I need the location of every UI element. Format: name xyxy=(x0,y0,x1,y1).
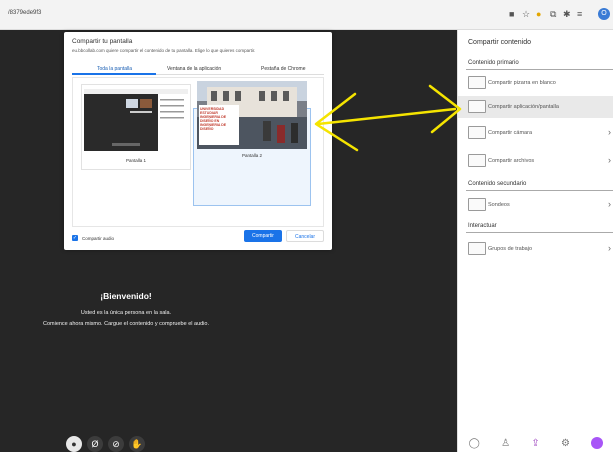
camera-icon[interactable]: ■ xyxy=(509,9,514,19)
section-divider xyxy=(466,232,613,233)
poll-icon xyxy=(468,198,486,211)
settings-icon[interactable]: ⚙ xyxy=(561,438,570,449)
share-button[interactable]: Compartir xyxy=(244,230,282,242)
share-screen-dialog: Compartir tu pantalla eu.bbcollab.com qu… xyxy=(64,32,332,250)
tab-application-window[interactable]: Ventana de la aplicación xyxy=(167,66,221,72)
section-divider xyxy=(466,69,613,70)
mic-off-icon[interactable]: Ø xyxy=(87,436,103,452)
polls-label: Sondeos xyxy=(488,202,510,208)
chevron-right-icon: › xyxy=(608,199,611,209)
screen-2-option[interactable]: UNIVERSIDAD ESTUDIAR INGENIERIA DE DISEÑ… xyxy=(193,81,311,206)
pin-icon[interactable]: ✱ xyxy=(563,9,571,19)
share-audio-checkbox[interactable]: ✓ xyxy=(72,235,78,241)
share-files-label: Compartir archivos xyxy=(488,158,535,164)
screen-thumbnails: Pantalla 1 UNIVERSIDAD ESTUDIAR INGENIER… xyxy=(72,77,324,227)
welcome-message-line1: Usted es la única persona en la sala. xyxy=(80,310,172,316)
user-avatar[interactable] xyxy=(591,437,604,449)
chat-icon[interactable]: ◯ xyxy=(469,438,480,449)
share-audio-label: Compartir audio xyxy=(82,235,115,241)
people-icon[interactable]: ♙ xyxy=(501,438,510,449)
welcome-message-line2: Comience ahora mismo. Cargue el contenid… xyxy=(42,321,209,327)
share-content-panel: Compartir contenido Contenido primario C… xyxy=(457,30,613,452)
app-root: /8379ede9f3 ■ ☆ ● ⧉ ✱ ≡ O ¡Bienvenido! U… xyxy=(0,0,613,452)
breakout-groups-item[interactable]: Grupos de trabajo › xyxy=(458,238,613,260)
section-divider xyxy=(466,190,613,191)
share-audio-option[interactable]: ✓ Compartir audio xyxy=(72,233,114,243)
camera-icon xyxy=(468,126,486,139)
share-files-item[interactable]: Compartir archivos › xyxy=(458,150,613,172)
share-whiteboard-label: Compartir pizarra en blanco xyxy=(488,80,556,86)
screen-1-label: Pantalla 1 xyxy=(125,158,146,163)
menu-icon[interactable]: ≡ xyxy=(577,9,582,19)
share-content-icon[interactable]: ⇪ xyxy=(531,438,539,449)
chevron-right-icon: › xyxy=(608,155,611,165)
interact-label: Interactuar xyxy=(468,223,497,229)
share-whiteboard-item[interactable]: Compartir pizarra en blanco xyxy=(458,72,613,94)
secondary-content-label: Contenido secundario xyxy=(468,181,527,187)
dialog-tabs: Toda la pantalla Ventana de la aplicació… xyxy=(72,65,324,75)
breakout-groups-label: Grupos de trabajo xyxy=(488,246,533,252)
screen-1-preview xyxy=(84,89,188,151)
screen-2-label: Pantalla 2 xyxy=(241,153,262,158)
active-tab-indicator xyxy=(72,73,156,75)
screen-share-icon xyxy=(468,100,486,113)
star-icon[interactable]: ☆ xyxy=(522,9,530,19)
share-screen-item[interactable]: Compartir aplicación/pantalla xyxy=(458,96,613,118)
browser-top-bar: /8379ede9f3 ■ ☆ ● ⧉ ✱ ≡ O xyxy=(0,0,613,30)
dialog-subtitle: eu.bbcollab.com quiere compartir el cont… xyxy=(72,48,256,53)
panel-title: Compartir contenido xyxy=(468,39,532,46)
user-icon[interactable]: ● xyxy=(66,436,82,452)
folder-icon xyxy=(468,154,486,167)
groups-icon xyxy=(468,242,486,255)
cancel-button[interactable]: Cancelar xyxy=(286,230,324,242)
hand-icon[interactable]: ✋ xyxy=(129,436,145,452)
profile-avatar[interactable]: O xyxy=(598,8,610,20)
welcome-heading: ¡Bienvenido! xyxy=(100,291,152,301)
share-camera-label: Compartir cámara xyxy=(488,130,533,136)
puzzle-icon[interactable]: ⧉ xyxy=(550,9,556,19)
extension-icon[interactable]: ● xyxy=(536,9,541,19)
primary-content-label: Contenido primario xyxy=(468,60,519,66)
share-screen-label: Compartir aplicación/pantalla xyxy=(488,104,559,110)
share-camera-item[interactable]: Compartir cámara › xyxy=(458,122,613,144)
chevron-right-icon: › xyxy=(608,127,611,137)
screen-1-option[interactable]: Pantalla 1 xyxy=(81,84,191,170)
dialog-title: Compartir tu pantalla xyxy=(72,38,133,45)
browser-url[interactable]: /8379ede9f3 xyxy=(8,10,41,16)
tab-chrome-tab[interactable]: Pestaña de Chrome xyxy=(261,66,305,72)
whiteboard-icon xyxy=(468,76,486,89)
screen-2-preview-text: UNIVERSIDAD ESTUDIAR INGENIERIA DE DISEÑ… xyxy=(200,107,227,131)
chevron-right-icon: › xyxy=(608,243,611,253)
tab-entire-screen[interactable]: Toda la pantalla xyxy=(97,66,132,72)
camera-off-icon[interactable]: ⊘ xyxy=(108,436,124,452)
polls-item[interactable]: Sondeos › xyxy=(458,194,613,216)
session-controls: ● Ø ⊘ ✋ xyxy=(66,436,145,452)
panel-bottom-bar: ◯ ♙ ⇪ ⚙ xyxy=(458,434,613,452)
